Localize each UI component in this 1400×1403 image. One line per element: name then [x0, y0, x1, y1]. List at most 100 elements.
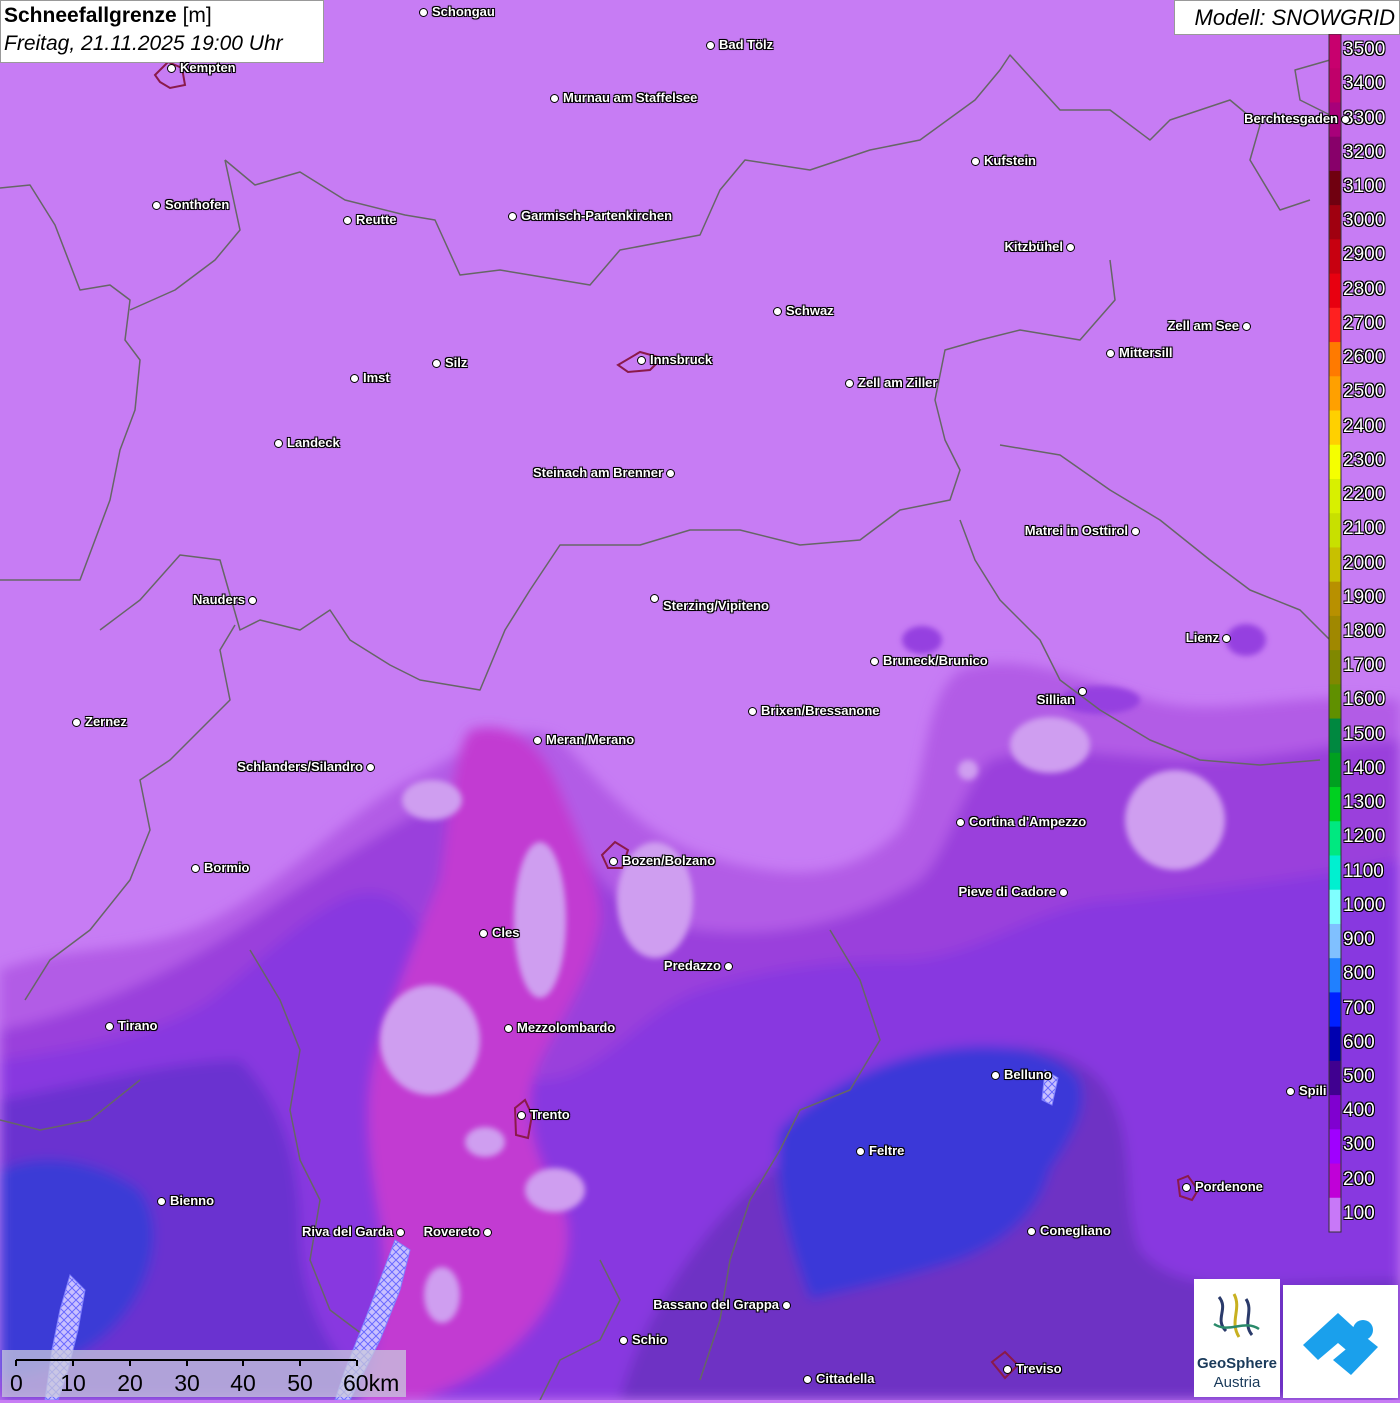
legend-label: 700 — [1343, 997, 1375, 1019]
legend-label: 900 — [1343, 929, 1375, 951]
legend-label: 2200 — [1343, 484, 1386, 506]
legend-label: 3400 — [1343, 73, 1386, 95]
legend-label: 800 — [1343, 963, 1375, 985]
city-label: Treviso — [1016, 1361, 1062, 1376]
city-label: Feltre — [869, 1143, 905, 1158]
legend-swatch — [1329, 615, 1341, 651]
city-label: Imst — [363, 370, 390, 385]
legend-label: 1200 — [1343, 826, 1386, 848]
city-marker — [366, 763, 375, 772]
city-marker — [419, 8, 428, 17]
legend-swatch — [1329, 478, 1341, 514]
legend-label: 100 — [1343, 1202, 1375, 1224]
city-marker — [1078, 687, 1087, 696]
city-marker — [619, 1336, 628, 1345]
geosphere-logo[interactable]: GeoSphere Austria — [1194, 1279, 1280, 1397]
city-marker — [782, 1301, 791, 1310]
city-marker — [483, 1228, 492, 1237]
legend-label: 3500 — [1343, 39, 1386, 61]
city-label: Lienz — [1185, 630, 1219, 645]
legend-swatch — [1329, 1163, 1341, 1199]
legend-swatch — [1329, 752, 1341, 788]
legend-swatch — [1329, 923, 1341, 959]
legend-label: 1000 — [1343, 894, 1386, 916]
city-marker — [803, 1375, 812, 1384]
legend-label: 1100 — [1343, 860, 1384, 882]
legend-label: 2500 — [1343, 381, 1386, 403]
city-marker — [724, 962, 733, 971]
legend-swatch — [1329, 581, 1341, 617]
legend-label: 3100 — [1343, 176, 1386, 198]
city-marker — [1106, 349, 1115, 358]
model-box: Modell: SNOWGRID — [1174, 0, 1400, 35]
city-label: Conegliano — [1040, 1223, 1111, 1238]
legend-swatch — [1329, 444, 1341, 480]
city-marker — [856, 1147, 865, 1156]
city-label: Rovereto — [423, 1224, 480, 1239]
city-label: Sonthofen — [165, 197, 230, 212]
legend-swatch — [1329, 889, 1341, 925]
city-marker — [666, 469, 675, 478]
legend-label: 1300 — [1343, 792, 1386, 814]
city-marker — [773, 307, 782, 316]
city-marker — [343, 216, 352, 225]
legend-swatch — [1329, 410, 1341, 446]
city-marker — [1066, 243, 1075, 252]
city-label: Schio — [632, 1332, 668, 1347]
color-legend-bar — [1328, 34, 1342, 1233]
legend-swatch — [1329, 992, 1341, 1028]
legend-swatch — [1329, 1129, 1341, 1165]
legend-label: 1700 — [1343, 655, 1386, 677]
scale-label: 30 — [174, 1370, 200, 1396]
legend-swatch — [1329, 34, 1341, 69]
geosphere-country: Austria — [1213, 1374, 1261, 1391]
city-label: Silz — [445, 355, 468, 370]
city-label: Kempten — [180, 60, 236, 75]
city-label: Spili — [1299, 1083, 1327, 1098]
legend-label: 200 — [1343, 1168, 1375, 1190]
city-label: Schongau — [432, 4, 495, 19]
city-marker — [274, 439, 283, 448]
legend-swatch — [1329, 239, 1341, 275]
legend-swatch — [1329, 958, 1341, 993]
city-marker — [550, 94, 559, 103]
city-marker — [748, 707, 757, 716]
legend-swatch — [1329, 136, 1341, 172]
city-marker — [1003, 1365, 1012, 1374]
city-label: Mittersill — [1119, 345, 1173, 360]
city-label: Cles — [492, 925, 520, 940]
legend-label: 2100 — [1343, 518, 1386, 540]
legend-swatch — [1329, 684, 1341, 720]
legend-swatch — [1329, 1026, 1341, 1062]
legend-swatch — [1329, 1060, 1341, 1096]
city-marker — [432, 359, 441, 368]
legend-swatch — [1329, 170, 1341, 206]
city-marker — [991, 1071, 1000, 1080]
variable-name: Schneefallgrenze — [4, 4, 177, 27]
legend-label: 2900 — [1343, 244, 1386, 266]
city-label: Landeck — [287, 435, 340, 450]
city-marker — [504, 1024, 513, 1033]
legend-swatch — [1329, 821, 1341, 856]
city-marker — [1182, 1183, 1191, 1192]
legend-label: 2600 — [1343, 347, 1386, 369]
legend-label: 1500 — [1343, 723, 1386, 745]
app-logo[interactable] — [1283, 1285, 1398, 1398]
city-marker — [508, 212, 517, 221]
city-marker — [105, 1022, 114, 1031]
city-label: Murnau am Staffelsee — [563, 90, 698, 105]
city-marker — [1131, 527, 1140, 536]
city-label: Kufstein — [984, 153, 1036, 168]
city-label: Cortina d'Ampezzo — [969, 814, 1087, 829]
legend-swatch — [1329, 273, 1341, 309]
map-title: Schneefallgrenze [m] — [4, 4, 212, 28]
city-marker — [1286, 1087, 1295, 1096]
city-marker — [1222, 634, 1231, 643]
city-label: Zell am Ziller — [858, 375, 938, 390]
scale-label: 40 — [230, 1370, 256, 1396]
city-marker — [706, 41, 715, 50]
city-label: Brixen/Bressanone — [761, 703, 880, 718]
legend-swatch — [1329, 787, 1341, 822]
scale-label: 50 — [287, 1370, 313, 1396]
city-label: Berchtesgaden — [1244, 111, 1338, 126]
